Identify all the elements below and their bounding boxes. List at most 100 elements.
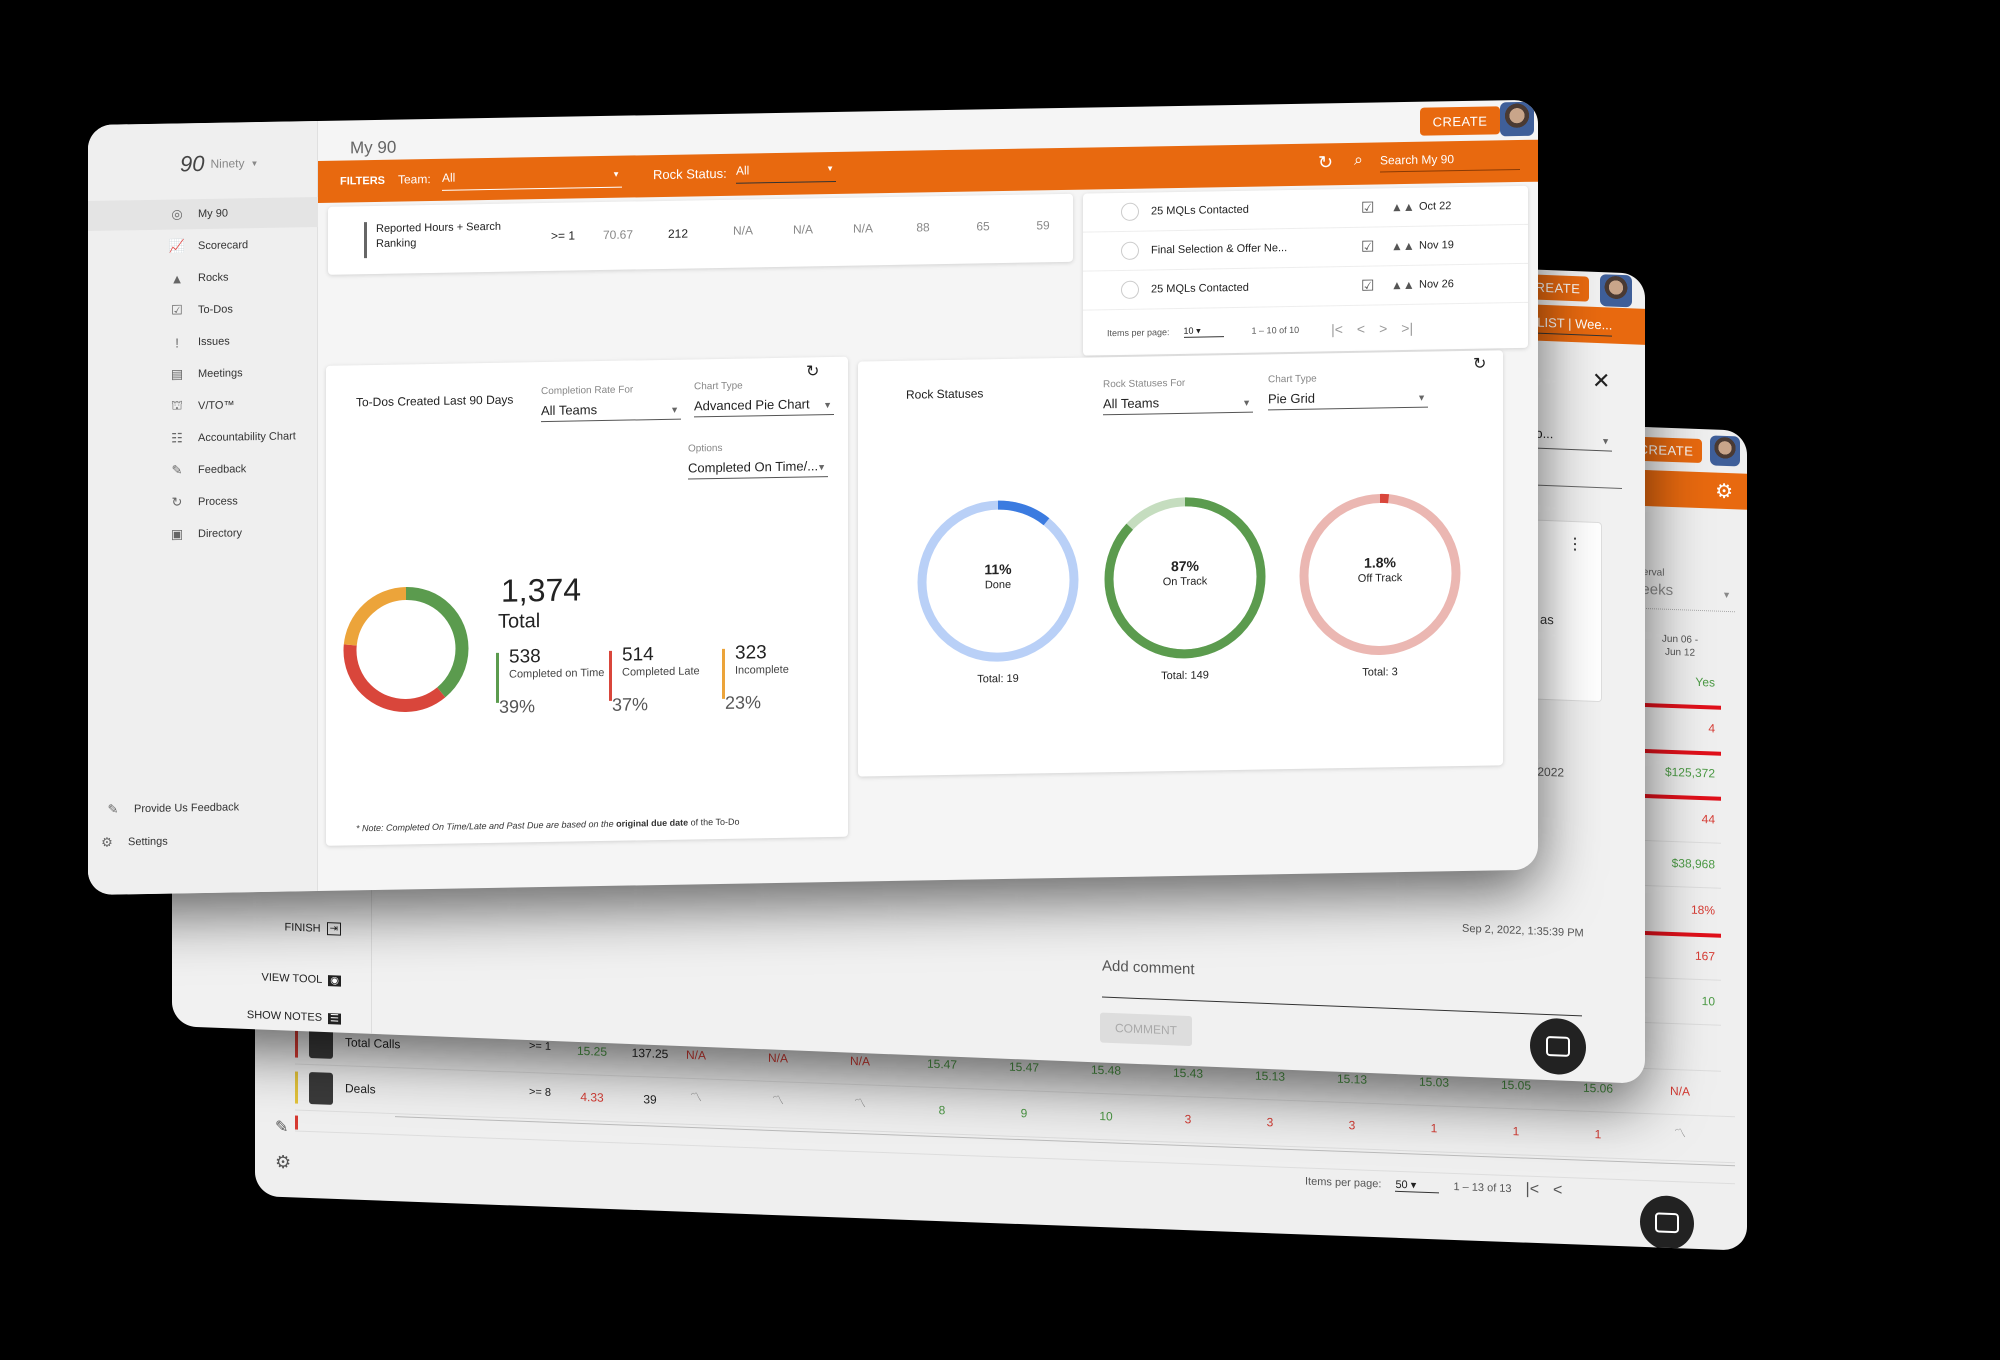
prev-page-icon[interactable]: < [1357, 321, 1365, 337]
next-page-icon[interactable]: > [1379, 320, 1387, 336]
widget-title: Rock Statuses [906, 386, 984, 402]
sidebar-item-feedback[interactable]: ✎ Feedback [88, 453, 318, 487]
status-bar [295, 1071, 298, 1104]
show-notes-button[interactable]: SHOW NOTES ☰ [247, 1009, 341, 1025]
gear-icon[interactable]: ⚙ [1715, 479, 1733, 505]
chart-type-select[interactable]: Chart Type Advanced Pie Chart ▼ [694, 381, 834, 418]
last-page-icon[interactable]: >| [1401, 320, 1413, 336]
sidebar-item-v-to-[interactable]: ⛫ V/TO™ [88, 389, 318, 423]
rock-statuses-for-select[interactable]: Rock Statuses For All Teams ▼ [1103, 378, 1253, 416]
first-page-icon[interactable]: |< [1526, 1181, 1540, 1199]
legend-label: Completed Late [622, 665, 700, 679]
table-row[interactable]: Reported Hours + Search Ranking >= 1 70.… [328, 194, 1073, 275]
ring-percent: 11% [984, 560, 1012, 578]
trend-icon[interactable]: 〽 [743, 1090, 813, 1110]
trend-icon[interactable]: 〽 [825, 1093, 895, 1113]
chat-icon [1546, 1035, 1570, 1057]
sidebar-item-to-dos[interactable]: ☑ To-Dos [88, 293, 318, 327]
week-value: 15.05 [1500, 1078, 1532, 1094]
due-date: Nov 19 [1419, 239, 1454, 252]
cell-value: 44 [1701, 811, 1715, 827]
cell-value [1645, 1038, 1715, 1041]
logo[interactable]: 90 Ninety ▼ [180, 150, 258, 177]
checkbox-icon[interactable]: ☑ [1361, 198, 1391, 217]
comment-button[interactable]: COMMENT [1100, 1012, 1192, 1047]
finish-button[interactable]: FINISH ⇥ [285, 920, 341, 936]
select-label: Options [688, 442, 723, 455]
refresh-icon[interactable]: ↻ [806, 361, 819, 381]
sidebar-item-label: Feedback [198, 463, 247, 477]
sidebar-item-rocks[interactable]: ▲ Rocks [88, 261, 318, 295]
avatar[interactable] [1600, 274, 1632, 308]
status-circle[interactable] [1121, 241, 1139, 260]
rock-list-item[interactable]: 25 MQLs Contacted ☑ ▲▲ Nov 26 [1083, 263, 1528, 311]
search-icon[interactable]: ⌕ [1354, 152, 1363, 170]
cell-value: $125,372 [1664, 764, 1715, 781]
create-button[interactable]: CREATE [1420, 106, 1500, 136]
sidebar-item-label: V/TO™ [198, 399, 235, 413]
prev-page-icon[interactable]: < [1553, 1182, 1562, 1200]
sidebar-item-label: My 90 [198, 207, 228, 221]
feedback-icon[interactable]: ✎ [275, 1117, 288, 1137]
notes-icon: ☰ [328, 1012, 341, 1025]
footnote: * Note: Completed On Time/Late and Past … [356, 817, 739, 834]
sidebar-item-my-90[interactable]: ◎ My 90 [88, 196, 318, 231]
sidebar-item-process[interactable]: ↻ Process [88, 485, 318, 519]
ring-total: Total: 19 [977, 672, 1019, 686]
sidebar-item-settings[interactable]: ⚙ Settings [88, 824, 318, 858]
items-per-page-label: Items per page: [1107, 327, 1170, 339]
sidebar-item-directory[interactable]: ▣ Directory [88, 517, 318, 551]
refresh-icon[interactable]: ↻ [1318, 152, 1333, 173]
sidebar-item-provide-feedback[interactable]: ✎ Provide Us Feedback [88, 791, 318, 825]
week-value: 1 [1594, 1127, 1602, 1142]
completion-rate-select[interactable]: Completion Rate For All Teams ▼ [541, 384, 681, 423]
sidebar-item-label: Process [198, 495, 238, 509]
mountain-icon: ▲ [170, 270, 184, 287]
search-input[interactable] [1380, 146, 1520, 173]
sidebar-item-issues[interactable]: ! Issues [88, 325, 318, 359]
comment-input[interactable]: Add comment [1102, 957, 1582, 1017]
week-value: N/A [849, 1054, 870, 1069]
checkbox-icon[interactable]: ☑ [1361, 276, 1391, 295]
status-circle[interactable] [1121, 202, 1139, 221]
sidebar-item-accountability-chart[interactable]: ☷ Accountability Chart [88, 421, 318, 455]
refresh-icon[interactable]: ↻ [1473, 354, 1486, 374]
options-select[interactable]: Options Completed On Time/... ▼ [688, 443, 828, 480]
sidebar-item-scorecard[interactable]: 📈 Scorecard [88, 229, 318, 263]
sidebar-item-meetings[interactable]: ▤ Meetings [88, 357, 318, 391]
chart-type-select[interactable]: Chart Type Pie Grid ▼ [1268, 374, 1428, 411]
items-per-page-select[interactable]: 50 ▾ [1395, 1177, 1440, 1194]
more-icon[interactable]: ⋮ [1567, 534, 1583, 555]
close-icon[interactable]: ✕ [1592, 368, 1610, 395]
checkbox-icon[interactable]: ☑ [1361, 237, 1391, 256]
ninety-logo-icon: 90 [180, 150, 205, 177]
mountain-icon: ▲▲ [1391, 277, 1415, 293]
chat-icon [1655, 1212, 1679, 1234]
week-value: 10 [1099, 1108, 1113, 1124]
team-filter-select[interactable]: All ▼ [442, 165, 622, 191]
avatar[interactable] [1500, 101, 1534, 137]
first-page-icon[interactable]: |< [1331, 321, 1343, 337]
chat-button[interactable] [1640, 1194, 1694, 1251]
trend-icon[interactable]: 〽 [661, 1087, 731, 1107]
avatar[interactable] [1710, 435, 1740, 467]
page-title: My 90 [350, 137, 397, 158]
status-circle[interactable] [1121, 280, 1139, 299]
gear-icon[interactable]: ⚙ [275, 1152, 291, 1174]
total-label: Total [498, 610, 541, 633]
chat-button[interactable] [1530, 1017, 1586, 1076]
items-per-page-select[interactable]: 10 ▾ [1183, 325, 1224, 338]
cell-value: 18% [1690, 902, 1715, 918]
rock-status-filter-select[interactable]: All ▼ [736, 159, 836, 184]
owner-avatar [309, 1071, 333, 1105]
rock-title: 25 MQLs Contacted [1151, 281, 1249, 296]
status-bar [364, 222, 367, 259]
legend-label: Completed on Time [509, 666, 605, 681]
sidebar-item-label: Issues [198, 335, 230, 349]
trend-icon[interactable]: 〽 [1645, 1123, 1715, 1143]
view-tool-button[interactable]: VIEW TOOL ◉ [262, 972, 341, 987]
chevron-down-icon: ▼ [670, 404, 679, 415]
feedback-icon: ✎ [107, 801, 119, 817]
sidebar-item-label: Accountability Chart [198, 430, 296, 445]
footnote-text: of the To-Do [688, 816, 740, 828]
